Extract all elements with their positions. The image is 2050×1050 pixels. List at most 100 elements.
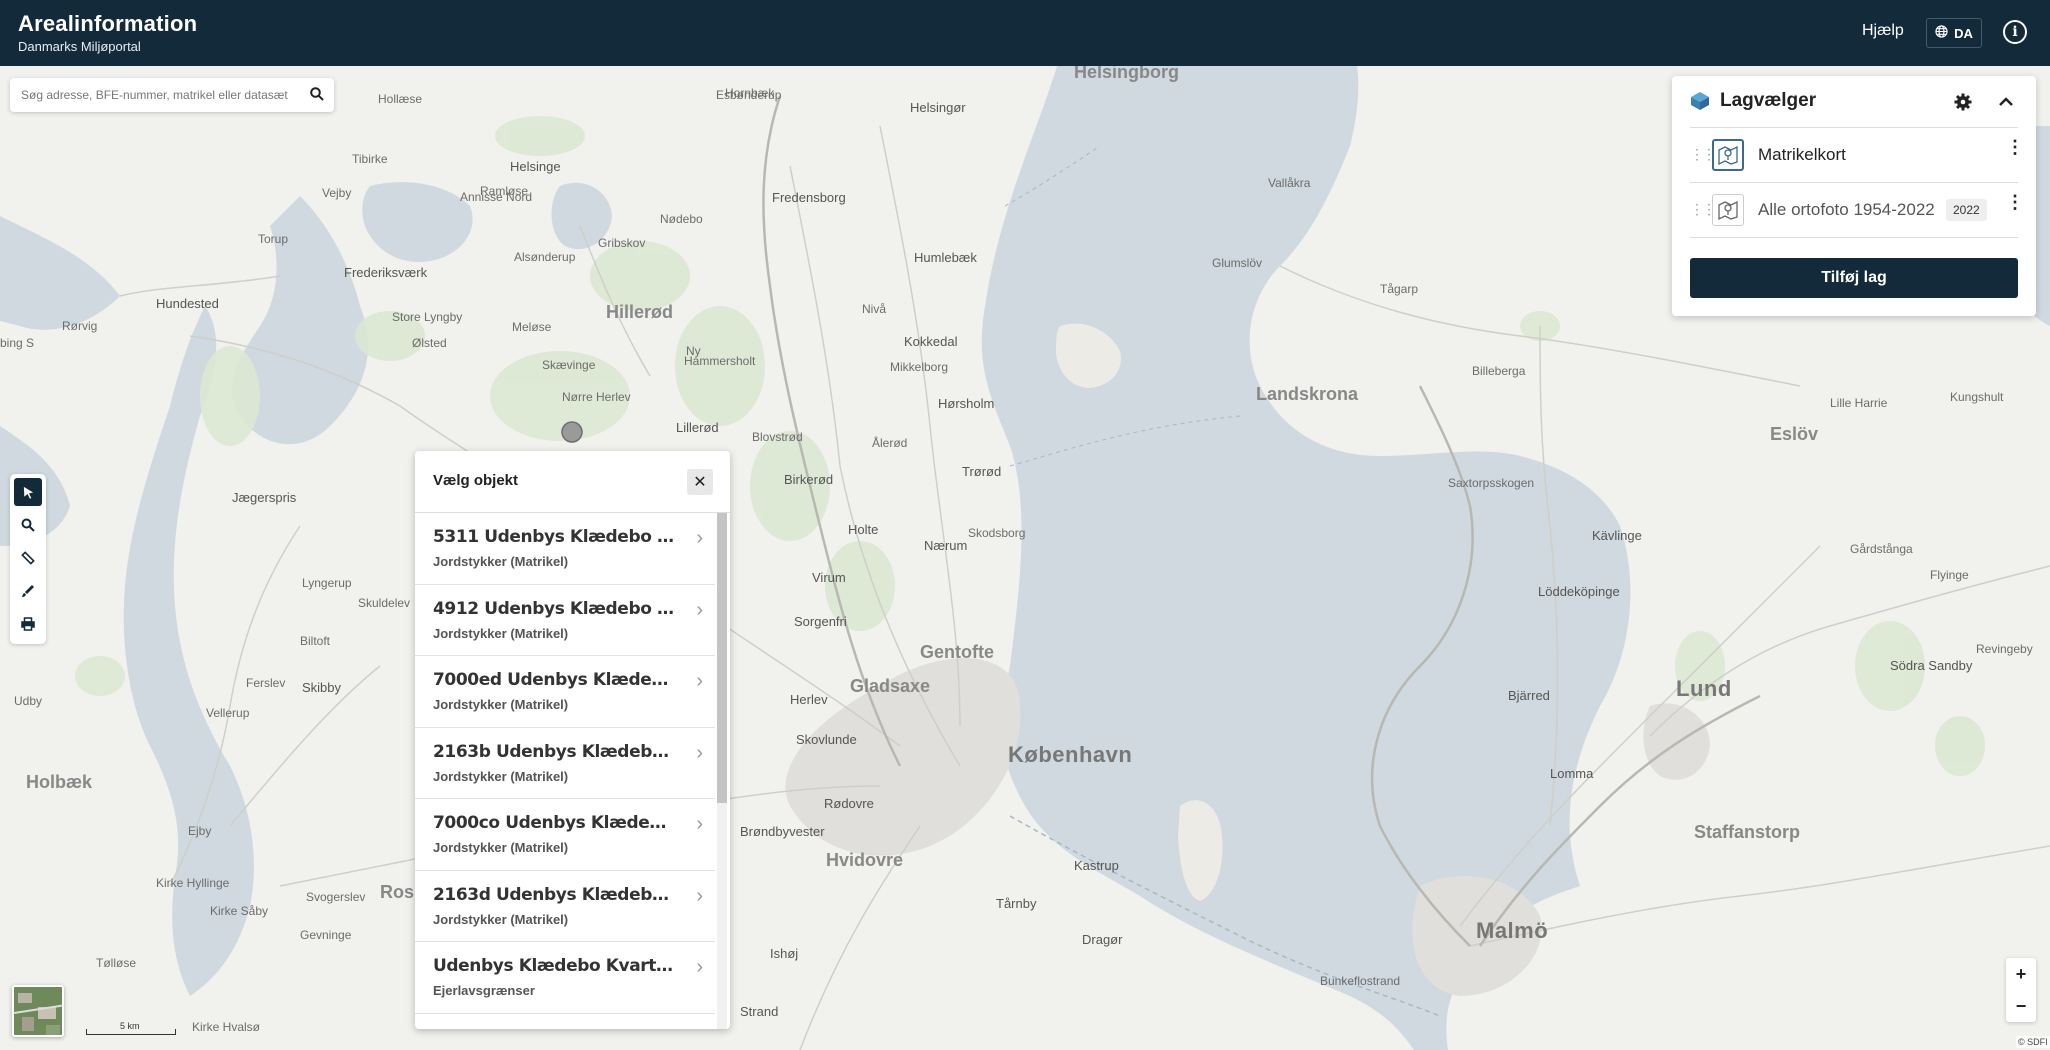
- map-label: Annisse Nord: [460, 190, 533, 204]
- map-label: Ny: [686, 344, 701, 358]
- item-subtitle: Jordstykker (Matrikel): [433, 768, 569, 784]
- item-title: 2163b Udenbys Klædebo Kvarter, København: [433, 741, 678, 762]
- list-item[interactable]: 7000co Udenbys Klædebo Kvarter, Københav…: [415, 799, 715, 871]
- zoom-out-button[interactable]: −: [2006, 990, 2036, 1022]
- search-input[interactable]: [21, 88, 291, 102]
- map-label: Ålerød: [872, 436, 908, 450]
- item-title: 4912 Udenbys Klædebo Kvarter, København: [433, 598, 678, 619]
- chevron-right-icon: ›: [696, 741, 703, 764]
- map-label: Bjärred: [1508, 688, 1550, 703]
- map-label: Tårnby: [996, 896, 1037, 911]
- drag-handle-icon[interactable]: ⋮⋮: [1690, 201, 1716, 218]
- zoom-in-button[interactable]: +: [2006, 958, 2036, 990]
- item-title: 7000ed Udenbys Klædebo Kvarter, Københav…: [433, 670, 678, 690]
- map-label: Kastrup: [1074, 858, 1119, 873]
- map-label: Rørvig: [62, 319, 98, 333]
- map-label: Birkerød: [784, 472, 834, 487]
- language-label: DA: [1954, 25, 1973, 41]
- map-label: Ishøj: [770, 946, 799, 961]
- map-label: Vejby: [322, 186, 352, 200]
- list-item[interactable]: 5311 Udenbys Klædebo Kvarter, København …: [415, 513, 715, 585]
- scale-line: [86, 1029, 176, 1035]
- map-label: Ejby: [188, 824, 212, 838]
- layer-panel-header: Lagvælger: [1690, 76, 2018, 128]
- map-label: Hundested: [156, 296, 219, 311]
- year-badge[interactable]: 2022: [1946, 199, 1987, 221]
- map-label: Kirke Hvalsø: [192, 1020, 261, 1034]
- map-label: Meløse: [512, 320, 552, 334]
- globe-icon: [1935, 25, 1948, 41]
- map-label: Dragør: [1082, 932, 1123, 947]
- list-item[interactable]: 2163b Udenbys Klædebo Kvarter, København…: [415, 728, 715, 799]
- info-icon[interactable]: i: [2003, 20, 2027, 44]
- map-label: Hollæse: [378, 92, 423, 106]
- list-item[interactable]: 4912 Udenbys Klædebo Kvarter, København …: [415, 585, 715, 656]
- map-label: Kokkedal: [904, 334, 958, 349]
- layer-row-matrikelkort[interactable]: ⋮⋮ Matrikelkort ⋮: [1690, 128, 2024, 183]
- map-label: Saxtorpsskogen: [1448, 476, 1535, 490]
- map-label: Nødebo: [660, 212, 703, 226]
- select-tool-icon[interactable]: [14, 478, 42, 506]
- close-icon[interactable]: ✕: [687, 469, 713, 495]
- drag-handle-icon[interactable]: ⋮⋮: [1690, 146, 1716, 163]
- popup-header: Vælg objekt ✕: [415, 451, 730, 513]
- layer-name: Matrikelkort: [1758, 145, 1846, 164]
- map-label: Tågarp: [1380, 282, 1419, 296]
- item-title: 7000co Udenbys Klædebo Kvarter, Københav…: [433, 813, 678, 833]
- help-link[interactable]: Hjælp: [1862, 22, 1904, 40]
- chevron-right-icon: ›: [696, 598, 703, 621]
- map-layer-icon: [1712, 194, 1744, 226]
- map-label: Sorgenfri: [794, 614, 847, 629]
- print-tool-icon[interactable]: [14, 610, 42, 638]
- popup-title: Vælg objekt: [433, 472, 519, 489]
- zoom-tool-icon[interactable]: [14, 511, 42, 539]
- map-label: Fredensborg: [772, 190, 846, 205]
- add-layer-button[interactable]: Tilføj lag: [1690, 258, 2018, 298]
- measure-tool-icon[interactable]: [14, 544, 42, 572]
- map-label: Nivå: [862, 302, 887, 316]
- map-label: Helsinge: [510, 159, 561, 174]
- scale-bar: 5 km: [86, 1021, 176, 1035]
- map-label: Vallåkra: [1268, 176, 1311, 190]
- map-label: Gevninge: [300, 928, 352, 942]
- app-title: Arealinformation: [18, 11, 198, 36]
- list-item[interactable]: 2163d Udenbys Klædebo Kvarter, København…: [415, 871, 715, 942]
- map-label: Gladsaxe: [850, 676, 931, 696]
- more-options-icon[interactable]: ⋮: [2006, 138, 2024, 156]
- scroll-thumb[interactable]: [717, 513, 727, 803]
- map-label: Kirke Såby: [210, 904, 269, 918]
- map-label: Mikkelborg: [890, 360, 949, 374]
- map-label: Helsingborg: [1074, 66, 1180, 82]
- brand[interactable]: Arealinformation Danmarks Miljøportal: [18, 11, 197, 54]
- list-item[interactable]: 7000ed Udenbys Klædebo Kvarter, Københav…: [415, 656, 715, 728]
- layer-row-ortofoto[interactable]: ⋮⋮ Alle ortofoto 1954-2022 2022 ⋮: [1690, 183, 2024, 238]
- map-label: Hvidovre: [826, 850, 904, 870]
- map-label: Flyinge: [1930, 568, 1969, 582]
- chevron-up-icon[interactable]: [1998, 94, 2014, 115]
- more-options-icon[interactable]: ⋮: [2006, 193, 2024, 211]
- language-button[interactable]: DA: [1926, 18, 1982, 48]
- map-label: Billeberga: [1472, 364, 1526, 378]
- map-attribution[interactable]: © SDFI: [2016, 1036, 2050, 1048]
- list-item[interactable]: Udenbys Klædebo Kvarter, København Ejerl…: [415, 942, 715, 1014]
- chevron-right-icon: ›: [696, 527, 703, 549]
- app-header: Arealinformation Danmarks Miljøportal Hj…: [0, 0, 2050, 66]
- map-label: Lund: [1676, 676, 1732, 701]
- gear-icon[interactable]: [1954, 93, 1972, 116]
- popup-scrollbar[interactable]: [717, 513, 727, 1029]
- search-bar: [10, 78, 334, 112]
- map-label: Ros: [380, 882, 415, 902]
- basemap-switcher[interactable]: [12, 985, 64, 1037]
- layer-panel-title: Lagvælger: [1720, 90, 1817, 111]
- map-label: Udby: [14, 694, 43, 708]
- layer-panel: Lagvælger ⋮⋮ Matrikelkort ⋮ ⋮⋮ Alle orto…: [1672, 76, 2036, 316]
- map-label: Virum: [812, 570, 846, 585]
- item-subtitle: Jordstykker (Matrikel): [433, 554, 569, 569]
- item-subtitle: Jordstykker (Matrikel): [433, 625, 569, 641]
- search-icon[interactable]: [310, 87, 324, 106]
- draw-tool-icon[interactable]: [14, 577, 42, 605]
- map-label: Hillerød: [606, 302, 674, 322]
- map-label: Store Lyngby: [392, 310, 463, 324]
- map-label: Kirke Hyllinge: [156, 876, 230, 890]
- chevron-right-icon: ›: [696, 956, 703, 978]
